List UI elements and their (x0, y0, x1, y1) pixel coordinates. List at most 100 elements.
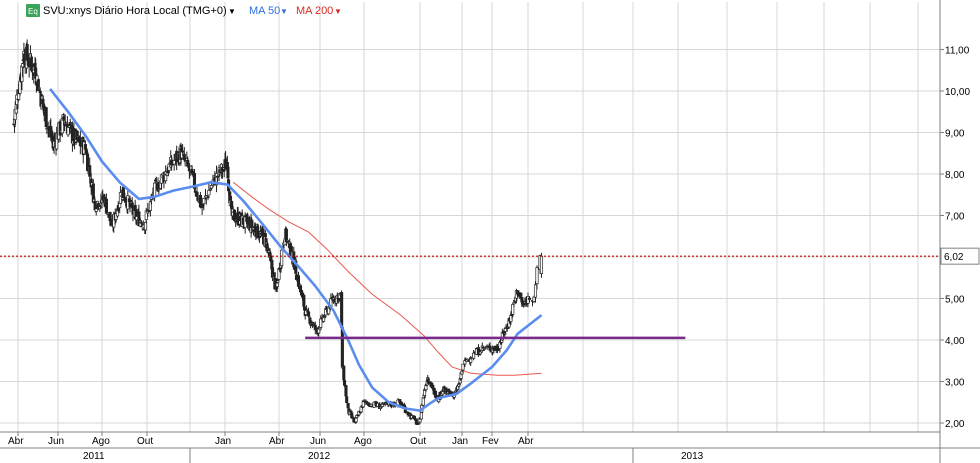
candle-body (318, 327, 322, 331)
candle-body (461, 363, 465, 371)
x-month-label: Ago (92, 436, 110, 447)
candle-body (340, 327, 344, 368)
candle (522, 304, 526, 307)
candle (344, 384, 348, 397)
candle-body (522, 304, 526, 307)
candle-body (342, 366, 346, 381)
candle-body (527, 297, 532, 300)
ma200-dropdown-icon[interactable]: ▼ (334, 7, 342, 16)
candle-body (143, 221, 148, 231)
candle-body (298, 285, 303, 293)
candle-body (340, 292, 344, 328)
candle-body (307, 311, 311, 317)
y-tick-label: 7,00 (945, 212, 965, 223)
x-month-label: Jan (215, 436, 231, 447)
candle-body (198, 194, 202, 208)
candle-body (310, 322, 314, 324)
y-tick-label: 9,00 (945, 129, 965, 140)
candle-body (354, 417, 358, 423)
y-tick-label: 8,00 (945, 170, 965, 181)
candle-body (345, 396, 349, 403)
ma50-legend-label[interactable]: MA 50 (249, 5, 280, 17)
x-month-label: Jan (452, 436, 468, 447)
x-month-label: Abr (8, 436, 24, 447)
x-year-label: 2011 (83, 451, 105, 462)
candle-body (532, 296, 536, 302)
symbol-badge-text: Eq (28, 7, 38, 16)
candle-body (94, 208, 98, 212)
y-tick-label: 5,00 (945, 295, 965, 306)
candle-body (322, 316, 326, 319)
candle-body (154, 181, 158, 184)
candle-body (68, 122, 72, 126)
candle-body (207, 189, 211, 196)
candle-body (18, 80, 22, 94)
candle-body (157, 188, 161, 191)
candle-body (206, 196, 210, 199)
candle (121, 186, 125, 199)
y-tick-label: 3,00 (945, 378, 965, 389)
candle-body (215, 175, 219, 178)
candle-body (202, 198, 206, 205)
x-year-label: 2013 (681, 451, 704, 462)
candle-body (280, 249, 284, 266)
symbol-dropdown-icon[interactable]: ▼ (228, 7, 236, 16)
candle-body (275, 282, 279, 287)
last-price-label: 6,02 (944, 252, 964, 263)
candle-body (512, 302, 516, 305)
candle-body (478, 351, 482, 355)
candle-body (302, 294, 306, 307)
x-month-label: Ago (354, 436, 372, 447)
candle (342, 364, 346, 381)
candle-body (209, 185, 213, 189)
candle-body (415, 423, 419, 425)
candle-body (526, 295, 530, 304)
candle-body (344, 385, 348, 397)
x-month-label: Fev (482, 436, 499, 447)
x-month-label: Out (410, 436, 426, 447)
candle-body (272, 272, 276, 278)
candle-body (44, 107, 48, 127)
candle-body (88, 165, 92, 177)
candle-body (181, 150, 185, 153)
candle-body (350, 412, 354, 419)
candle-body (104, 198, 108, 214)
y-tick-label: 10,00 (945, 87, 970, 98)
ma200-legend-label[interactable]: MA 200 (296, 5, 333, 17)
candle-body (419, 412, 423, 420)
chart-canvas: 2,003,004,005,006,007,008,009,0010,0011,… (0, 0, 980, 463)
ma50-dropdown-icon[interactable]: ▼ (280, 7, 288, 16)
candle-body (186, 159, 190, 167)
candle-body (469, 358, 473, 363)
candle-body (121, 186, 125, 199)
candle-body (305, 309, 309, 311)
candle-body (62, 116, 66, 121)
x-month-label: Jun (310, 436, 326, 447)
candle (419, 412, 423, 420)
candle-body (346, 403, 350, 409)
candle-body (286, 239, 290, 242)
candle-body (482, 347, 486, 350)
y-tick-label: 2,00 (945, 419, 965, 430)
x-month-label: Out (137, 436, 153, 447)
candle-body (364, 400, 368, 403)
x-month-label: Abr (518, 436, 534, 447)
candle (44, 106, 48, 128)
candle-body (99, 202, 103, 206)
candle-body (226, 166, 230, 179)
candle-body (466, 358, 470, 361)
stock-chart[interactable]: 2,003,004,005,006,007,008,009,0010,0011,… (0, 0, 980, 463)
candle-body (342, 380, 347, 386)
candle-body (153, 182, 157, 197)
candle-body (172, 160, 176, 165)
candle-body (539, 255, 544, 274)
x-year-label: 2012 (308, 451, 331, 462)
y-tick-label: 11,00 (945, 46, 970, 57)
candle-body (533, 284, 538, 298)
candle-body (535, 267, 539, 285)
symbol-label[interactable]: SVU:xnys Diário Hora Local (TMG+0) (43, 5, 227, 17)
candle-body (139, 221, 143, 224)
x-month-label: Jun (48, 436, 64, 447)
x-month-label: Abr (269, 436, 285, 447)
candle-body (457, 383, 461, 385)
